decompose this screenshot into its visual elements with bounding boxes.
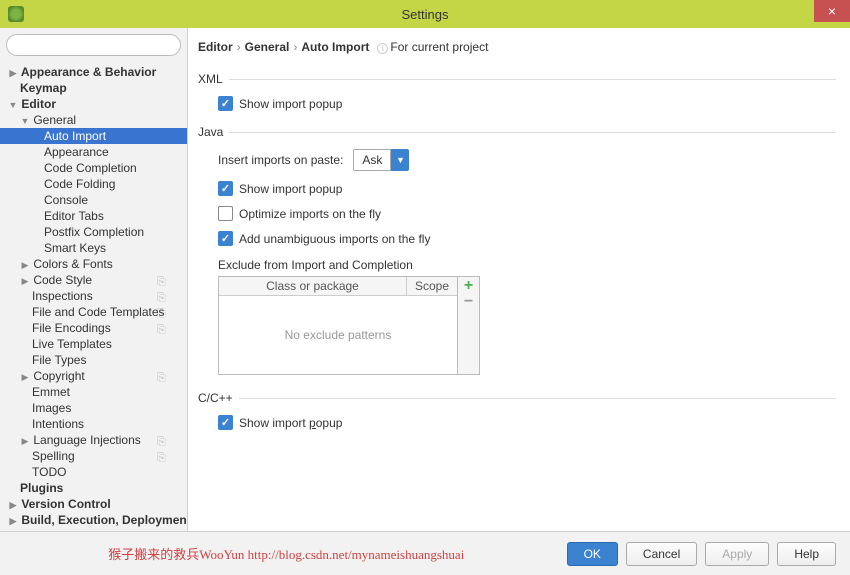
ccpp-show-popup-label: Show import popup: [239, 416, 342, 430]
th-scope[interactable]: Scope: [407, 277, 457, 295]
section-java: Java: [198, 125, 836, 139]
optimize-row[interactable]: Optimize imports on the fly: [218, 206, 836, 221]
xml-show-popup-label: Show import popup: [239, 97, 342, 111]
java-show-popup-row[interactable]: Show import popup: [218, 181, 836, 196]
settings-tree: ▶ Appearance & Behavior Keymap ▼ Editor …: [0, 62, 187, 531]
tree-version-control[interactable]: ▶ Version Control: [0, 496, 187, 512]
table-empty: No exclude patterns: [219, 296, 457, 374]
project-icon: ⎘: [157, 274, 169, 286]
ok-button[interactable]: OK: [567, 542, 618, 566]
apply-button[interactable]: Apply: [705, 542, 769, 566]
ccpp-show-popup-row[interactable]: Show import popup: [218, 415, 836, 430]
tree-code-completion[interactable]: Code Completion: [0, 160, 187, 176]
breadcrumb: Editor › General › Auto Import iFor curr…: [198, 36, 836, 58]
java-show-popup-checkbox[interactable]: [218, 181, 233, 196]
titlebar: Settings ×: [0, 0, 850, 28]
xml-show-popup-row[interactable]: Show import popup: [218, 96, 836, 111]
table-toolbar: + −: [458, 276, 480, 375]
java-show-popup-label: Show import popup: [239, 182, 342, 196]
tree-code-folding[interactable]: Code Folding: [0, 176, 187, 192]
project-icon: ⎘: [157, 306, 169, 318]
dropdown-icon[interactable]: ▼: [391, 149, 409, 171]
optimize-checkbox[interactable]: [218, 206, 233, 221]
tree-live-templates[interactable]: Live Templates: [0, 336, 187, 352]
search-input[interactable]: [6, 34, 181, 56]
tree-postfix-completion[interactable]: Postfix Completion: [0, 224, 187, 240]
insert-imports-value: Ask: [353, 149, 391, 171]
tree-keymap[interactable]: Keymap: [0, 80, 187, 96]
unambiguous-checkbox[interactable]: [218, 231, 233, 246]
add-icon[interactable]: +: [464, 279, 473, 293]
xml-show-popup-checkbox[interactable]: [218, 96, 233, 111]
project-hint: iFor current project: [377, 40, 488, 54]
project-icon: ⎘: [157, 290, 169, 302]
crumb-auto-import: Auto Import: [301, 40, 369, 54]
help-button[interactable]: Help: [777, 542, 836, 566]
tree-smart-keys[interactable]: Smart Keys: [0, 240, 187, 256]
tree-console[interactable]: Console: [0, 192, 187, 208]
tree-file-encodings[interactable]: File Encodings⎘: [0, 320, 187, 336]
tree-images[interactable]: Images: [0, 400, 187, 416]
tree-appearance[interactable]: Appearance: [0, 144, 187, 160]
th-class[interactable]: Class or package: [219, 277, 407, 295]
close-button[interactable]: ×: [814, 0, 850, 22]
tree-emmet[interactable]: Emmet: [0, 384, 187, 400]
insert-imports-row: Insert imports on paste: Ask ▼: [218, 149, 836, 171]
insert-imports-select[interactable]: Ask ▼: [353, 149, 409, 171]
tree-inspections[interactable]: Inspections⎘: [0, 288, 187, 304]
tree-plugins[interactable]: Plugins: [0, 480, 187, 496]
cancel-button[interactable]: Cancel: [626, 542, 697, 566]
watermark: 猴子搬来的救兵WooYun http://blog.csdn.net/mynam…: [14, 544, 559, 563]
tree-language-injections[interactable]: ▶ Language Injections⎘: [0, 432, 187, 448]
unambiguous-row[interactable]: Add unambiguous imports on the fly: [218, 231, 836, 246]
tree-file-types[interactable]: File Types: [0, 352, 187, 368]
tree-build[interactable]: ▶ Build, Execution, Deployment: [0, 512, 187, 528]
ccpp-show-popup-checkbox[interactable]: [218, 415, 233, 430]
window-title: Settings: [402, 7, 449, 22]
tree-todo[interactable]: TODO: [0, 464, 187, 480]
tree-file-code-templates[interactable]: File and Code Templates⎘: [0, 304, 187, 320]
content-panel: Editor › General › Auto Import iFor curr…: [188, 28, 850, 531]
crumb-general[interactable]: General: [245, 40, 290, 54]
tree-spelling[interactable]: Spelling⎘: [0, 448, 187, 464]
tree-colors-fonts[interactable]: ▶ Colors & Fonts: [0, 256, 187, 272]
project-icon: ⎘: [157, 370, 169, 382]
unambiguous-label: Add unambiguous imports on the fly: [239, 232, 430, 246]
tree-intentions[interactable]: Intentions: [0, 416, 187, 432]
footer: 猴子搬来的救兵WooYun http://blog.csdn.net/mynam…: [0, 531, 850, 575]
optimize-label: Optimize imports on the fly: [239, 207, 381, 221]
section-ccpp: C/C++: [198, 391, 836, 405]
tree-code-style[interactable]: ▶ Code Style⎘: [0, 272, 187, 288]
tree-editor-tabs[interactable]: Editor Tabs: [0, 208, 187, 224]
project-icon: ⎘: [157, 450, 169, 462]
sidebar: 🔍 ▶ Appearance & Behavior Keymap ▼ Edito…: [0, 28, 188, 531]
tree-auto-import[interactable]: Auto Import: [0, 128, 187, 144]
tree-copyright[interactable]: ▶ Copyright⎘: [0, 368, 187, 384]
exclude-label: Exclude from Import and Completion: [218, 258, 836, 272]
exclude-table[interactable]: Class or package Scope No exclude patter…: [218, 276, 458, 375]
tree-appearance-behavior[interactable]: ▶ Appearance & Behavior: [0, 64, 187, 80]
insert-imports-label: Insert imports on paste:: [218, 153, 343, 167]
project-icon: ⎘: [157, 434, 169, 446]
crumb-editor[interactable]: Editor: [198, 40, 233, 54]
tree-general[interactable]: ▼ General: [0, 112, 187, 128]
remove-icon[interactable]: −: [464, 295, 473, 309]
app-icon: [8, 6, 24, 22]
project-icon: ⎘: [157, 322, 169, 334]
section-xml: XML: [198, 72, 836, 86]
tree-editor[interactable]: ▼ Editor: [0, 96, 187, 112]
